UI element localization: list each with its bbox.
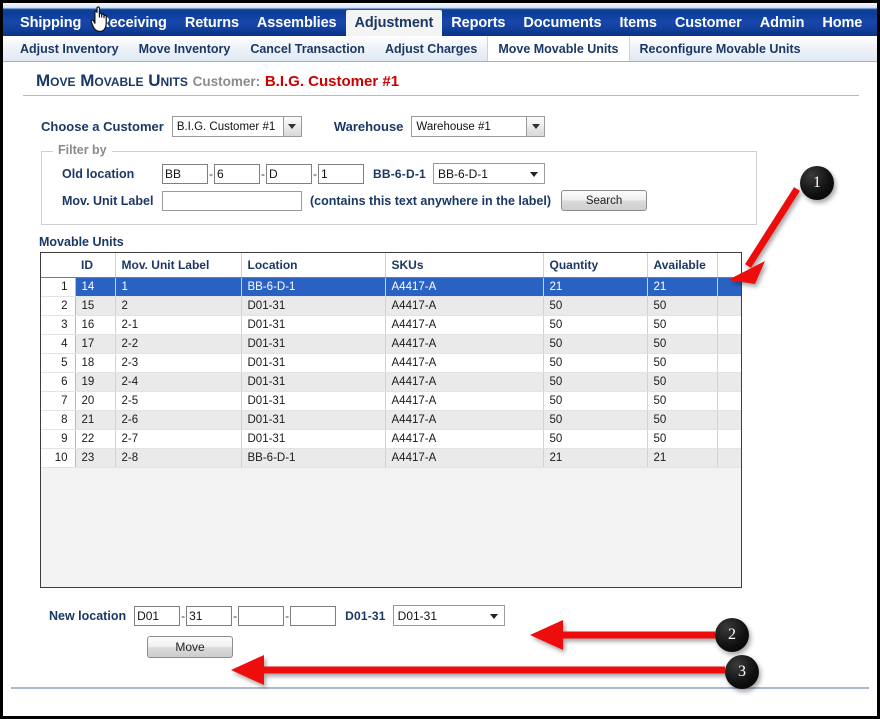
annotation-arrow-1 xyxy=(728,187,800,284)
annotation-badge-1: 1 xyxy=(800,166,834,200)
mouse-cursor-hand-icon xyxy=(90,6,107,32)
application-window: Shipping Receiving Returns Assemblies Ad… xyxy=(0,0,880,719)
annotation-arrow-3 xyxy=(231,655,725,685)
annotation-badge-3: 3 xyxy=(725,655,759,689)
annotation-arrow-2 xyxy=(530,620,715,650)
annotation-badge-2: 2 xyxy=(715,618,749,652)
annotation-arrows xyxy=(231,187,800,685)
